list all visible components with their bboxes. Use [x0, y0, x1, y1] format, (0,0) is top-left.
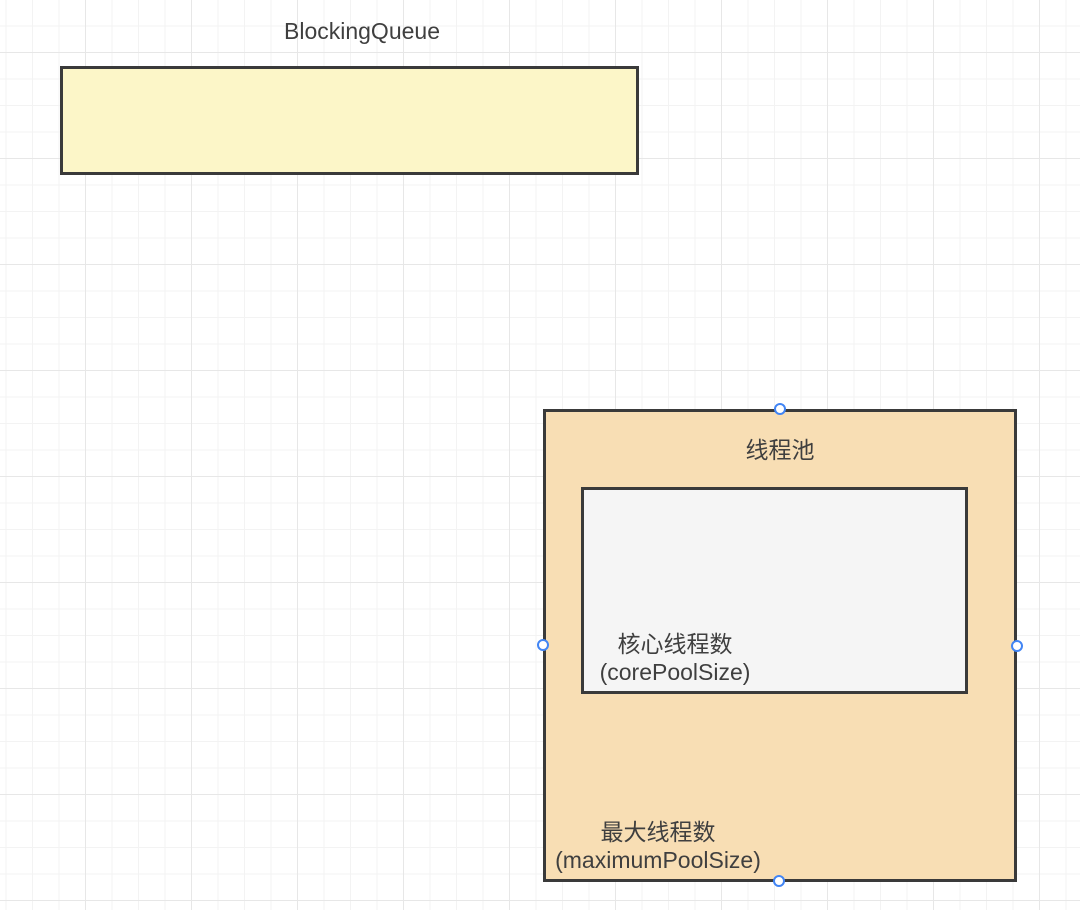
core-pool-label-line2: (corePoolSize) [590, 658, 760, 686]
max-pool-label-line1: 最大线程数 [548, 818, 768, 846]
selection-handle-left[interactable] [537, 639, 549, 651]
max-pool-label-line2: (maximumPoolSize) [548, 846, 768, 874]
thread-pool-title: 线程池 [546, 436, 1014, 464]
core-pool-label-line1: 核心线程数 [590, 630, 760, 658]
max-pool-label: 最大线程数 (maximumPoolSize) [548, 818, 768, 874]
diagram-canvas[interactable]: BlockingQueue 线程池 核心线程数 (corePoolSize) 最… [0, 0, 1080, 910]
blocking-queue-shape[interactable] [60, 66, 639, 175]
core-pool-label: 核心线程数 (corePoolSize) [590, 630, 760, 686]
selection-handle-top[interactable] [774, 403, 786, 415]
core-pool-shape[interactable]: 核心线程数 (corePoolSize) [581, 487, 968, 694]
blocking-queue-label: BlockingQueue [212, 17, 512, 45]
selection-handle-right[interactable] [1011, 640, 1023, 652]
selection-handle-bottom[interactable] [773, 875, 785, 887]
thread-pool-container[interactable]: 线程池 核心线程数 (corePoolSize) 最大线程数 (maximumP… [543, 409, 1017, 882]
